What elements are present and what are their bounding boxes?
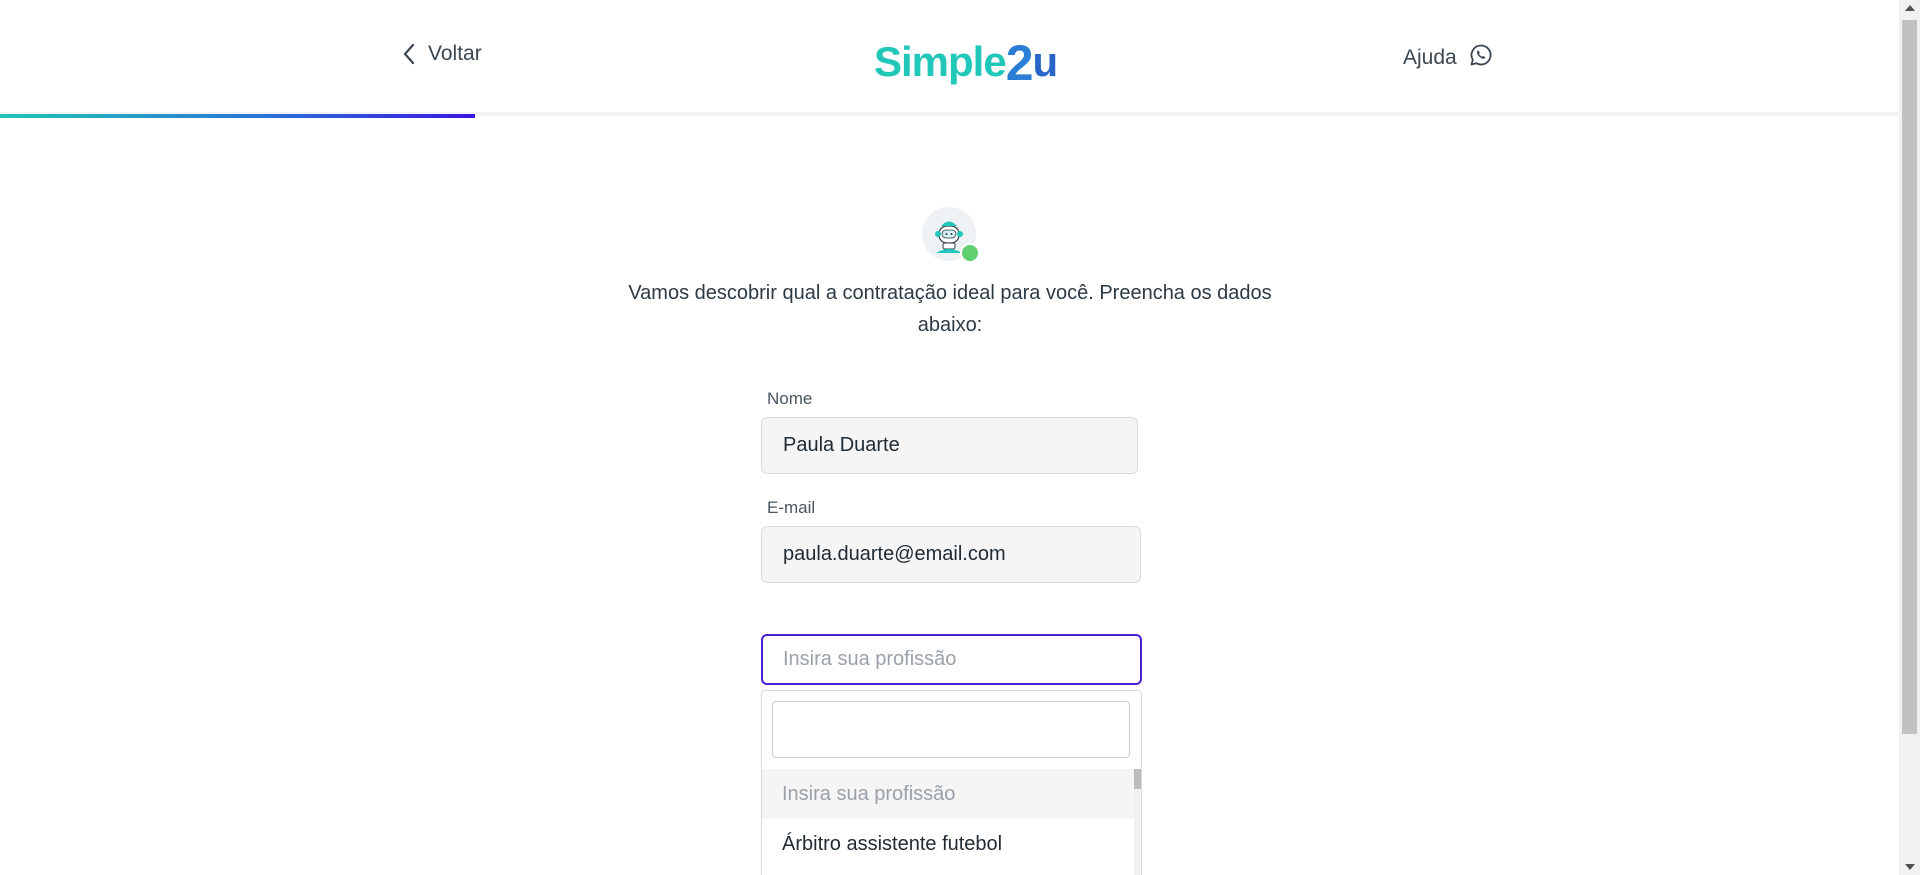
help-link[interactable]: Ajuda: [1403, 43, 1493, 73]
dropdown-scrollbar[interactable]: [1134, 769, 1141, 875]
scrollbar-thumb[interactable]: [1902, 20, 1917, 734]
top-header: Voltar Simple 2 u Ajuda: [0, 0, 1899, 116]
dropdown-search-input[interactable]: [772, 701, 1130, 758]
scroll-up-arrow-icon[interactable]: [1905, 5, 1915, 11]
whatsapp-icon: [1469, 43, 1493, 73]
dropdown-options-list: Insira sua profissão Árbitro assistente …: [762, 769, 1135, 869]
page-scrollbar[interactable]: [1899, 0, 1920, 875]
online-status-dot: [960, 243, 980, 263]
name-field[interactable]: Paula Duarte: [761, 417, 1138, 474]
email-value: paula.duarte@email.com: [783, 543, 1006, 565]
dropdown-option[interactable]: Árbitro assistente futebol: [762, 819, 1135, 869]
back-label: Voltar: [428, 42, 482, 65]
email-field[interactable]: paula.duarte@email.com: [761, 526, 1141, 583]
intro-text: Vamos descobrir qual a contratação ideal…: [628, 282, 1272, 336]
name-value: Paula Duarte: [783, 434, 900, 456]
chevron-left-icon: [402, 43, 416, 65]
logo-text-simple: Simple: [874, 38, 1007, 85]
progress-bar: [0, 114, 475, 118]
profession-select[interactable]: Insira sua profissão: [761, 634, 1142, 685]
name-label: Nome: [767, 389, 813, 408]
logo-text-u: u: [1032, 38, 1059, 85]
profession-placeholder: Insira sua profissão: [783, 648, 957, 670]
email-label: E-mail: [767, 498, 816, 517]
help-label: Ajuda: [1403, 46, 1457, 69]
robot-avatar-icon: [922, 207, 980, 263]
dropdown-scrollbar-thumb[interactable]: [1134, 769, 1141, 789]
page: Voltar Simple 2 u Ajuda Vamos descobrir …: [0, 0, 1920, 875]
back-link[interactable]: Voltar: [402, 42, 482, 66]
simple2u-logo[interactable]: Simple 2 u: [874, 30, 1059, 91]
scroll-down-arrow-icon[interactable]: [1905, 864, 1915, 870]
logo-text-two: 2: [1005, 35, 1034, 91]
dropdown-option[interactable]: Insira sua profissão: [762, 769, 1135, 819]
profession-dropdown: Insira sua profissão Árbitro assistente …: [761, 690, 1142, 875]
